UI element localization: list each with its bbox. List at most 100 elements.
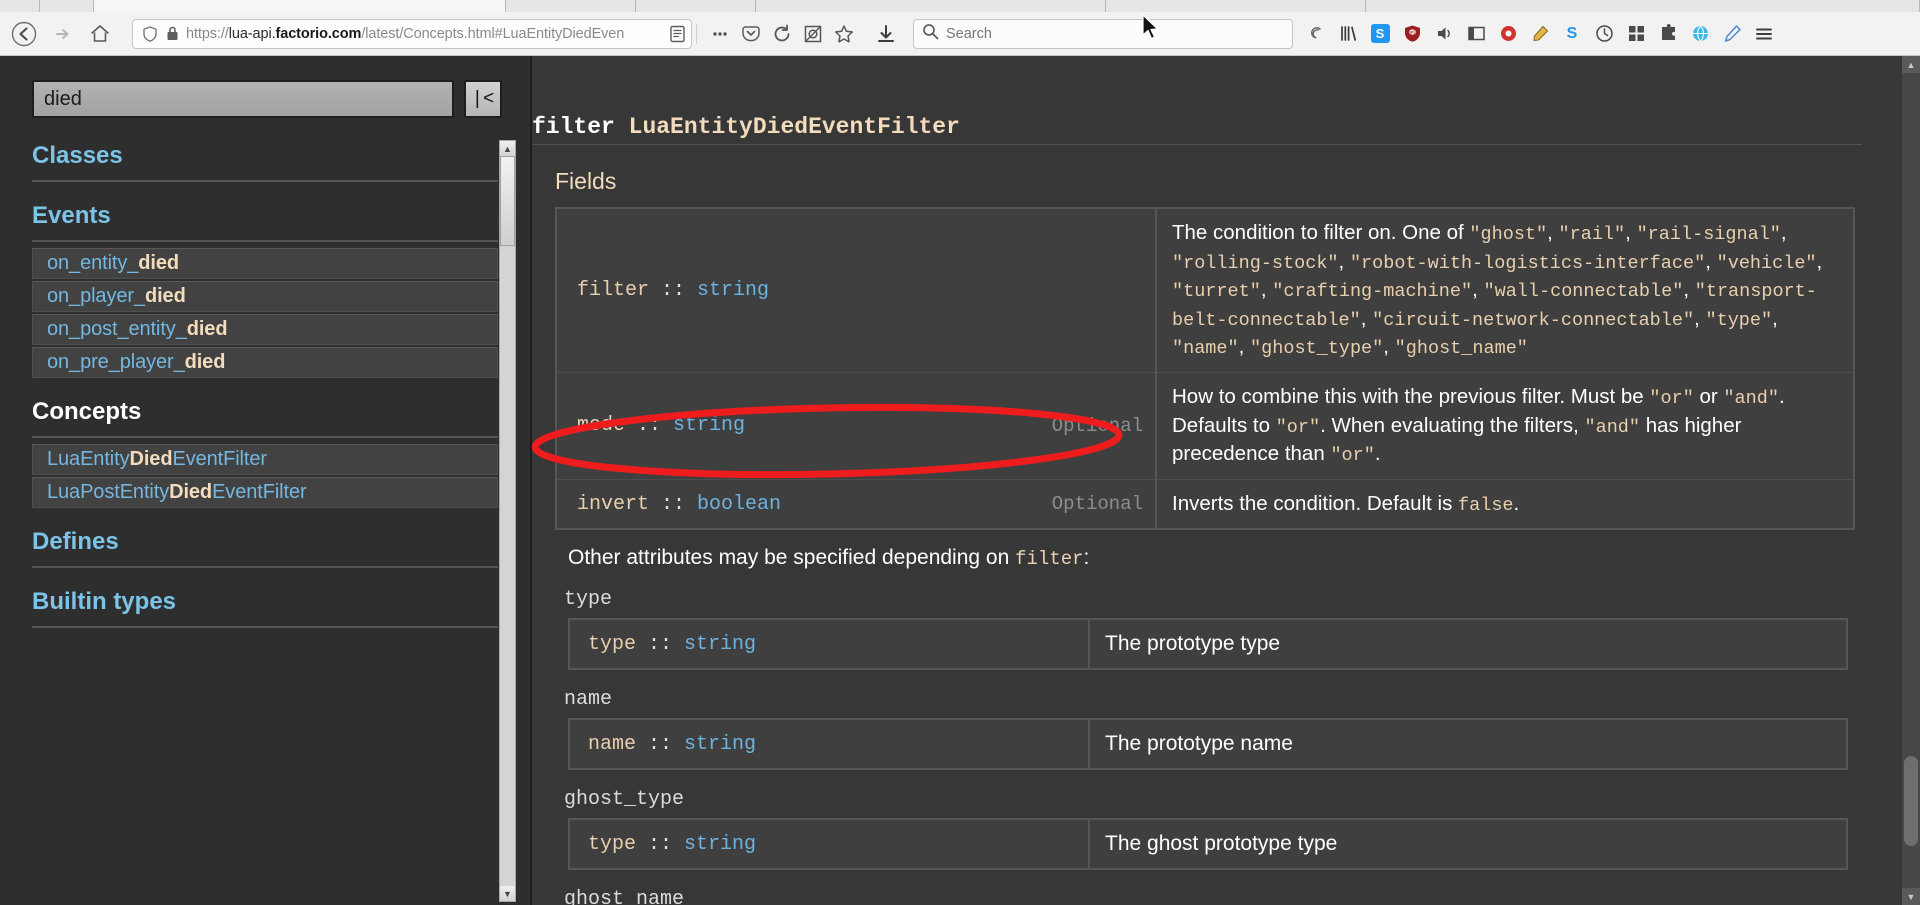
sidebar-scrollbar[interactable]: ▲ ▼ xyxy=(499,140,516,902)
field-operator: :: xyxy=(636,632,685,656)
page-scroll-up-arrow[interactable]: ▲ xyxy=(1902,56,1920,73)
page-action-toolbar xyxy=(705,19,859,49)
sidebar-item-on_pre_player_died[interactable]: on_pre_player_died xyxy=(32,347,498,378)
forward-button[interactable] xyxy=(44,17,80,51)
sidebar-scroll-up-arrow[interactable]: ▲ xyxy=(500,141,515,156)
field-type[interactable]: string xyxy=(673,414,745,437)
tab-strip-segment[interactable] xyxy=(40,0,94,12)
sidebar-heading-defines[interactable]: Defines xyxy=(32,522,498,568)
tab-strip-segment[interactable] xyxy=(0,0,40,12)
field-type[interactable]: string xyxy=(684,733,756,756)
item-prefix: LuaPostEntity xyxy=(47,481,170,503)
subsection-table-ghost_type: type :: string The ghost prototype type xyxy=(568,818,1848,871)
back-button[interactable] xyxy=(6,17,42,51)
s-extension-icon[interactable]: S xyxy=(1365,19,1395,49)
item-prefix: LuaEntity xyxy=(47,448,130,470)
bookmark-star-icon[interactable] xyxy=(829,19,859,49)
sidebar-scrollbar-thumb[interactable] xyxy=(500,156,515,246)
sidebar-item-luaentitydiedeventfilter[interactable]: LuaEntityDiedEventFilter xyxy=(32,444,498,475)
item-match: died xyxy=(184,351,226,373)
sidebar-heading-builtin-types[interactable]: Builtin types xyxy=(32,582,498,628)
sidebar-nav-list: Classes Events on_entity_died on_player_die… xyxy=(32,136,498,896)
grid-icon[interactable] xyxy=(1621,19,1651,49)
fields-table: filter :: string The condition to filter … xyxy=(555,207,1855,531)
sidebar-group: Events on_entity_died on_player_died on_pos… xyxy=(32,196,498,378)
sidebar-icon[interactable] xyxy=(1461,19,1491,49)
field-name: type xyxy=(588,832,637,856)
toolbar-divider xyxy=(696,23,697,44)
tab-strip-segment[interactable] xyxy=(506,0,636,12)
tab-strip[interactable] xyxy=(0,0,1920,12)
subsection-label-type: type xyxy=(564,588,613,612)
menu-icon[interactable] xyxy=(1749,19,1779,49)
address-bar[interactable]: https://lua-api.factorio.com/latest/Conc… xyxy=(132,18,692,49)
lock-icon[interactable] xyxy=(165,25,180,42)
screenshot-icon[interactable] xyxy=(798,19,828,49)
s-text-icon[interactable]: S xyxy=(1557,19,1587,49)
red-dot-icon[interactable] xyxy=(1493,19,1523,49)
sidebar-item-on_entity_died[interactable]: on_entity_died xyxy=(32,248,498,279)
tab-strip-segment[interactable] xyxy=(756,0,1106,12)
sidebar-item-on_post_entity_died[interactable]: on_post_entity_died xyxy=(32,314,498,345)
item-suffix: EventFilter xyxy=(212,481,307,503)
sidebar-item-luapostentitydiedeventfilter[interactable]: LuaPostEntityDiedEventFilter xyxy=(32,477,498,508)
tab-strip-active-segment[interactable] xyxy=(94,0,506,12)
item-prefix: on_pre_player_ xyxy=(47,351,185,373)
tab-strip-segment[interactable] xyxy=(1366,0,1920,12)
url-subdomain: lua-api. xyxy=(228,25,276,42)
item-suffix: EventFilter xyxy=(172,448,267,470)
sidebar-group: Defines xyxy=(32,522,498,568)
sidebar-search-row: |< xyxy=(32,80,502,118)
field-type[interactable]: string xyxy=(697,279,769,302)
doc-search-input[interactable] xyxy=(32,80,454,118)
field-description: The prototype type xyxy=(1088,619,1847,670)
clock-icon[interactable] xyxy=(1589,19,1619,49)
puzzle-icon[interactable] xyxy=(1653,19,1683,49)
ublock-origin-icon[interactable]: uO xyxy=(1397,19,1427,49)
library-icon[interactable] xyxy=(1333,19,1363,49)
field-name: name xyxy=(588,732,637,756)
table-row: type :: string The ghost prototype type xyxy=(569,819,1847,870)
speaker-icon[interactable] xyxy=(1429,19,1459,49)
page-scrollbar-thumb[interactable] xyxy=(1904,756,1918,846)
downloads-icon[interactable] xyxy=(871,19,901,49)
home-button[interactable] xyxy=(82,17,118,51)
tab-strip-segment[interactable] xyxy=(1106,0,1366,12)
field-type[interactable]: string xyxy=(684,833,756,856)
sidebar-collapse-button[interactable]: |< xyxy=(464,80,502,118)
highlighter-icon[interactable] xyxy=(1525,19,1555,49)
search-bar[interactable]: Search xyxy=(913,18,1293,49)
tracking-protection-shield-icon[interactable] xyxy=(141,25,159,43)
page-scrollbar[interactable]: ▲ ▼ xyxy=(1902,56,1920,905)
field-row: invert :: boolean Optional Inverts the con… xyxy=(556,479,1854,530)
tab-strip-segment[interactable] xyxy=(636,0,756,12)
subsection-label-ghost_name: ghost_name xyxy=(564,888,685,905)
section-type-name: LuaEntityDiedEventFilter xyxy=(628,114,960,140)
sidebar-heading-concepts[interactable]: Concepts xyxy=(32,392,498,438)
sidebar-item-on_player_died[interactable]: on_player_died xyxy=(32,281,498,312)
sidebar-heading-events[interactable]: Events xyxy=(32,196,498,242)
field-description: Inverts the condition. Default is false. xyxy=(1155,479,1854,530)
url-text: https://lua-api.factorio.com/latest/Conc… xyxy=(186,26,662,42)
more-options-icon[interactable] xyxy=(705,19,735,49)
pocket-icon[interactable] xyxy=(736,19,766,49)
item-match: Died xyxy=(129,448,173,470)
reload-icon[interactable] xyxy=(767,19,797,49)
debian-icon[interactable] xyxy=(1301,19,1331,49)
pen-icon[interactable] xyxy=(1717,19,1747,49)
item-prefix: on_entity_ xyxy=(47,252,139,274)
subsection-table-type: type :: string The prototype type xyxy=(568,618,1848,671)
sidebar-heading-classes[interactable]: Classes xyxy=(32,136,498,182)
sidebar-scroll-down-arrow[interactable]: ▼ xyxy=(500,886,515,901)
section-heading-lua-entity-died-event-filter: filter LuaEntityDiedEventFilter xyxy=(532,114,1862,145)
field-type[interactable]: string xyxy=(684,633,756,656)
globe-icon[interactable] xyxy=(1685,19,1715,49)
doc-sidebar: |< ClassesEventson_entity_diedon_player_… xyxy=(0,56,524,905)
page-scroll-down-arrow[interactable]: ▼ xyxy=(1902,888,1920,905)
reader-view-icon[interactable] xyxy=(668,24,687,44)
svg-text:uO: uO xyxy=(1409,30,1416,35)
field-type[interactable]: boolean xyxy=(697,493,781,516)
subsection-label-ghost_type: ghost_type xyxy=(564,788,685,812)
field-signature: name :: string xyxy=(569,719,1089,769)
other-attributes-note: Other attributes may be specified depend… xyxy=(568,546,1090,571)
